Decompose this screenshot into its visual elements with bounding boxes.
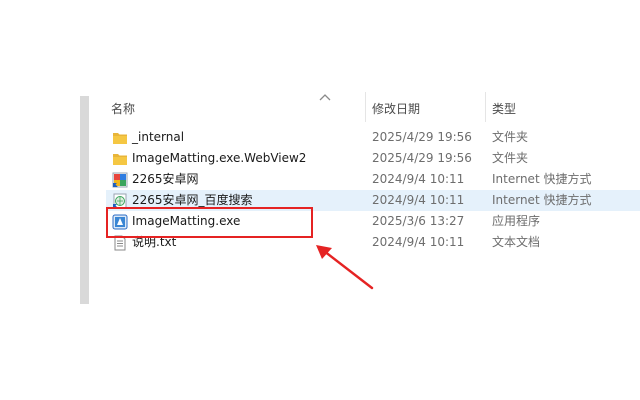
- sort-ascending-icon[interactable]: [319, 93, 331, 101]
- column-header-name[interactable]: 名称: [111, 100, 135, 117]
- file-modified: 2024/9/4 10:11: [372, 193, 465, 207]
- column-header-bar: 名称 修改日期 类型: [89, 92, 640, 122]
- file-modified: 2024/9/4 10:11: [372, 235, 465, 249]
- file-type: 文件夹: [492, 151, 529, 165]
- column-divider[interactable]: [485, 92, 486, 122]
- file-type: 文本文档: [492, 235, 541, 249]
- callout-arrow-icon: [316, 245, 374, 290]
- column-header-type[interactable]: 类型: [492, 100, 516, 117]
- file-modified: 2025/4/29 19:56: [372, 151, 472, 165]
- highlight-box: [106, 207, 313, 238]
- scrollbar-track[interactable]: [80, 96, 89, 304]
- column-divider[interactable]: [365, 92, 366, 122]
- file-name: _internal: [132, 130, 185, 144]
- file-name: ImageMatting.exe.WebView2: [132, 151, 307, 165]
- file-name: 2265安卓网: [132, 172, 199, 186]
- file-modified: 2025/4/29 19:56: [372, 130, 472, 144]
- file-row[interactable]: _internal 2025/4/29 19:56 文件夹: [106, 127, 640, 148]
- file-type: Internet 快捷方式: [492, 172, 592, 186]
- file-modified: 2025/3/6 13:27: [372, 214, 465, 228]
- internet-shortcut-icon: [112, 172, 128, 188]
- column-header-modified[interactable]: 修改日期: [372, 100, 420, 117]
- file-type: 文件夹: [492, 130, 529, 144]
- file-type: Internet 快捷方式: [492, 193, 592, 207]
- folder-icon: [113, 154, 127, 165]
- file-row[interactable]: ImageMatting.exe.WebView2 2025/4/29 19:5…: [106, 148, 640, 169]
- file-type: 应用程序: [492, 214, 541, 228]
- folder-icon: [113, 133, 127, 144]
- file-row[interactable]: 2265安卓网 2024/9/4 10:11 Internet 快捷方式: [106, 169, 640, 190]
- file-modified: 2024/9/4 10:11: [372, 172, 465, 186]
